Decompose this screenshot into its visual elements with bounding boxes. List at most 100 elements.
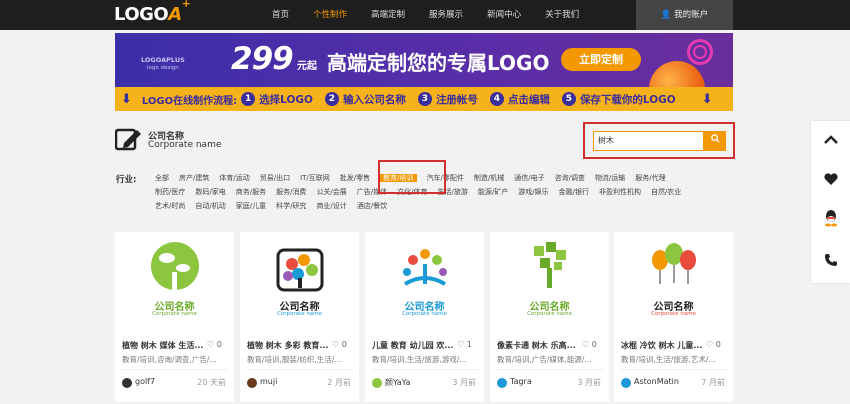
industry-tag[interactable]: 金融/银行 (559, 188, 589, 196)
industry-tag[interactable]: 制造/机械 (474, 174, 504, 182)
search-button[interactable] (704, 131, 726, 151)
like-count[interactable]: ♡ 0 (582, 340, 597, 349)
site-logo[interactable]: LOGOA+ (114, 0, 191, 25)
card-user[interactable]: golf7 (135, 377, 155, 386)
industry-tag[interactable]: 全部 (155, 174, 169, 182)
menu-item-home[interactable]: 首页 (260, 0, 301, 30)
menu-item-premium[interactable]: 高端定制 (359, 0, 417, 30)
card-title[interactable]: 像素卡通 树木 乐高... (497, 340, 582, 351)
divider (122, 369, 228, 370)
card-title[interactable]: 冰棍 冷饮 树木 儿童... (621, 340, 706, 351)
industry-label: 行业: (116, 175, 137, 185)
card-user[interactable]: muji (260, 377, 277, 386)
phone-icon[interactable] (811, 242, 850, 282)
like-count[interactable]: ♡ 0 (207, 340, 222, 349)
edit-icon (115, 128, 141, 151)
industry-tag[interactable]: 游戏/娱乐 (518, 188, 548, 196)
industry-tag[interactable]: 数码/家电 (195, 188, 225, 196)
card-time: 2 月前 (327, 378, 351, 387)
industry-tag[interactable]: 服务/代理 (635, 174, 665, 182)
industry-tag[interactable]: 体育/运动 (219, 174, 249, 182)
promo-banner[interactable]: LOGOAPLUS logo design 299 元起 高端定制您的专属LOG… (115, 33, 733, 90)
arrow-down-icon: ⬇ (701, 91, 713, 107)
banner-slogan: 高端定制您的专属LOGO (327, 51, 550, 75)
menu-item-about[interactable]: 关于我们 (533, 0, 591, 30)
industry-tag[interactable]: 服务/消费 (276, 188, 306, 196)
side-toolbar (811, 121, 850, 283)
step-4: 4 点击编辑 (489, 92, 550, 107)
divider (497, 369, 603, 370)
avatar (621, 378, 631, 388)
divider (372, 369, 478, 370)
card-tags: 教育/培训,广告/媒体,能源/... (497, 355, 592, 364)
logo-card[interactable]: 公司名称 Corporate name 植物 树木 媒体 生活... ♡ 0 教… (115, 232, 234, 402)
company-name-en: Corporate name (148, 140, 222, 150)
chevron-up-icon[interactable] (811, 123, 850, 163)
industry-tag[interactable]: 艺术/时尚 (155, 202, 185, 210)
logo-card[interactable]: 公司名称 Corporate name 冰棍 冷饮 树木 儿童... ♡ 0 教… (614, 232, 733, 402)
custom-now-button[interactable]: 立即定制 (561, 48, 641, 71)
industry-tag[interactable]: 商务/服务 (236, 188, 266, 196)
card-company-en: Corporate name (651, 311, 696, 317)
industry-tag[interactable]: 非盈利性机构 (599, 188, 641, 196)
logo-card[interactable]: 公司名称 Corporate name 儿童 教育 幼儿园 欢... ♡ 1 教… (365, 232, 484, 402)
like-count[interactable]: ♡ 0 (332, 340, 347, 349)
search-input[interactable]: 树木 (593, 131, 704, 151)
card-tags: 教育/培训,生活/旅游,游戏/... (372, 355, 467, 364)
heart-icon[interactable] (811, 162, 850, 202)
step-1: 1 选择LOGO (241, 92, 313, 107)
industry-tag[interactable]: 商业/设计 (316, 202, 346, 210)
card-tags: 教育/培训,生活/旅游,艺术/... (621, 355, 716, 364)
main-menu: 首页 个性制作 高端定制 服务展示 新闻中心 关于我们 (260, 0, 591, 30)
banner-brand: LOGOAPLUS (141, 56, 185, 64)
card-time: 3 月前 (452, 378, 476, 387)
industry-tag[interactable]: 科学/研究 (276, 202, 306, 210)
industry-tag[interactable]: 家庭/儿童 (236, 202, 266, 210)
card-company-en: Corporate name (527, 311, 572, 317)
industry-tag[interactable]: 制药/医疗 (155, 188, 185, 196)
industry-tag[interactable]: 房产/建筑 (179, 174, 209, 182)
industry-tag[interactable]: 公关/会展 (316, 188, 346, 196)
industry-row-3: 艺术/时尚 自动/机动 家庭/儿童 科学/研究 商业/设计 酒店/餐饮 (155, 200, 397, 212)
avatar (247, 378, 257, 388)
like-count[interactable]: ♡ 0 (706, 340, 721, 349)
card-company-en: Corporate name (152, 311, 197, 317)
like-count[interactable]: ♡ 1 (457, 340, 472, 349)
industry-tag[interactable]: 自然/农业 (651, 188, 681, 196)
logo-card[interactable]: 公司名称 Corporate name 像素卡通 树木 乐高... ♡ 0 教育… (490, 232, 609, 402)
menu-item-custom-make[interactable]: 个性制作 (301, 0, 359, 30)
industry-tag[interactable]: 咨询/调查 (555, 174, 585, 182)
industry-tag[interactable]: IT/互联网 (300, 174, 330, 182)
industry-tag[interactable]: 批发/零售 (340, 174, 370, 182)
card-tags: 教育/培训,服装/纺织,生活/... (247, 355, 342, 364)
account-button[interactable]: 👤 我的账户 (636, 0, 733, 30)
industry-tag[interactable]: 通信/电子 (514, 174, 544, 182)
banner-price: 299 (231, 41, 294, 77)
card-title[interactable]: 植物 树木 多彩 教育... (247, 340, 332, 351)
decor-ring-inner (693, 45, 707, 59)
industry-tag[interactable]: 物流/运输 (595, 174, 625, 182)
logo-card[interactable]: 公司名称 Corporate name 植物 树木 多彩 教育... ♡ 0 教… (240, 232, 359, 402)
banner-brand-sub: logo design (147, 65, 179, 71)
menu-item-news[interactable]: 新闻中心 (475, 0, 533, 30)
card-user[interactable]: 颜YaYa (385, 377, 410, 388)
divider (247, 369, 353, 370)
card-company-en: Corporate name (277, 311, 322, 317)
card-title[interactable]: 植物 树木 媒体 生活... (122, 340, 207, 351)
industry-tag[interactable]: 自动/机动 (195, 202, 225, 210)
industry-tag[interactable]: 能源/矿产 (478, 188, 508, 196)
card-user[interactable]: Tagra (510, 377, 532, 386)
decor-ball (649, 61, 705, 90)
card-company-en: Corporate name (402, 311, 447, 317)
qq-icon[interactable] (811, 202, 850, 242)
step-5: 5 保存下载你的LOGO (561, 92, 676, 107)
top-nav: LOGOA+ 首页 个性制作 高端定制 服务展示 新闻中心 关于我们 👤 我的账… (0, 0, 850, 30)
avatar (122, 378, 132, 388)
step-2: 2 输入公司名称 (324, 92, 406, 107)
card-title[interactable]: 儿童 教育 幼儿园 欢... (372, 340, 457, 351)
industry-tag[interactable]: 酒店/餐饮 (357, 202, 387, 210)
menu-item-services[interactable]: 服务展示 (417, 0, 475, 30)
industry-tag[interactable]: 贸易/出口 (260, 174, 290, 182)
card-user[interactable]: AstonMatin (634, 377, 679, 386)
avatar (372, 378, 382, 388)
